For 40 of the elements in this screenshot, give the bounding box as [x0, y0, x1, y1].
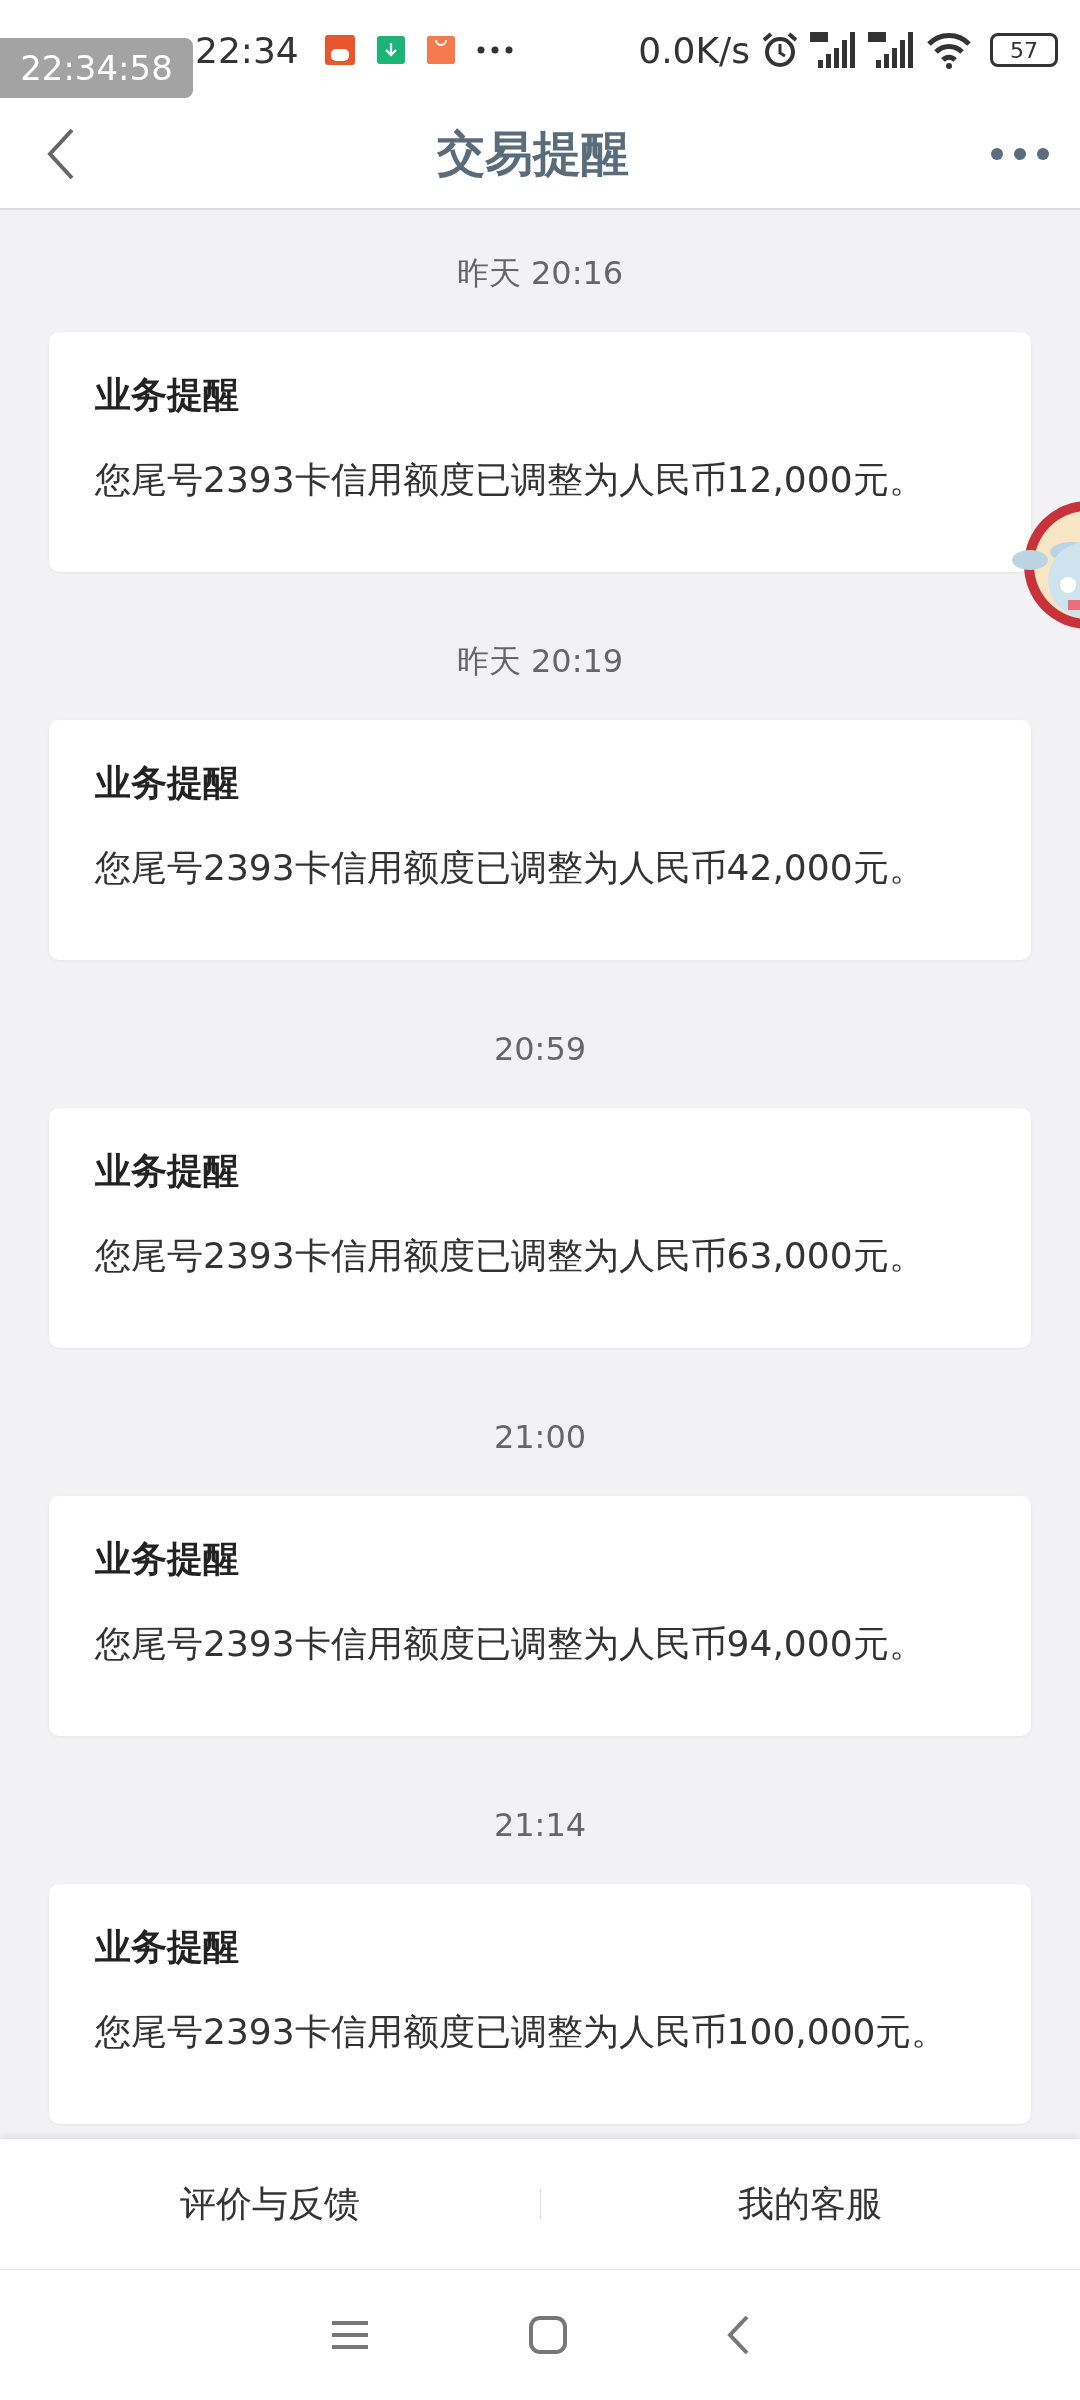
- screen-clock-overlay: 22:34:58: [0, 38, 193, 98]
- message-card[interactable]: 业务提醒 您尾号2393卡信用额度已调整为人民币100,000元。: [49, 1884, 1031, 2124]
- wifi-icon: [926, 30, 972, 70]
- page-title: 交易提醒: [437, 124, 629, 183]
- more-icon[interactable]: [990, 147, 1050, 161]
- message-title: 业务提醒: [95, 761, 240, 805]
- message-text: 您尾号2393卡信用额度已调整为人民币42,000元。: [95, 846, 926, 890]
- footer-button[interactable]: 我的客服: [540, 2139, 1080, 2269]
- message-text: 您尾号2393卡信用额度已调整为人民币12,000元。: [95, 458, 926, 502]
- more-notifications-icon: [476, 46, 513, 54]
- status-time: 22:34: [195, 29, 299, 71]
- message-card[interactable]: 业务提醒 您尾号2393卡信用额度已调整为人民币94,000元。: [49, 1496, 1031, 1736]
- network-speed: 0.0K/s: [638, 29, 750, 71]
- message-title: 业务提醒: [95, 1537, 240, 1581]
- shopping-bag-icon: [426, 36, 455, 64]
- message-card[interactable]: 业务提醒 您尾号2393卡信用额度已调整为人民币12,000元。: [49, 332, 1031, 572]
- message-title: 业务提醒: [95, 373, 240, 417]
- cellular-signal-icon: [810, 30, 858, 70]
- download-notification-icon: [376, 36, 405, 64]
- cellular-signal-icon: [868, 30, 916, 70]
- alarm-icon: [760, 30, 800, 70]
- message-time: 昨天 20:19: [455, 641, 625, 682]
- back-icon[interactable]: [46, 128, 76, 180]
- menu-icon[interactable]: [329, 2320, 370, 2350]
- message-title: 业务提醒: [95, 1925, 240, 1969]
- message-time: 昨天 20:16: [455, 253, 625, 294]
- message-time: 21:00: [492, 1417, 588, 1458]
- battery-level: 57: [1010, 37, 1038, 63]
- message-time: 21:14: [492, 1805, 588, 1846]
- home-icon[interactable]: [529, 2316, 567, 2354]
- message-text: 您尾号2393卡信用额度已调整为人民币94,000元。: [95, 1622, 926, 1666]
- app-notification-icon: [324, 35, 355, 65]
- message-time: 20:59: [492, 1029, 588, 1070]
- footer-button[interactable]: 评价与反馈: [0, 2139, 540, 2269]
- message-text: 您尾号2393卡信用额度已调整为人民币100,000元。: [95, 2010, 949, 2054]
- message-text: 您尾号2393卡信用额度已调整为人民币63,000元。: [95, 1234, 926, 1278]
- message-card[interactable]: 业务提醒 您尾号2393卡信用额度已调整为人民币42,000元。: [49, 720, 1031, 960]
- message-title: 业务提醒: [95, 1149, 240, 1193]
- back-icon[interactable]: [726, 2315, 751, 2355]
- message-card[interactable]: 业务提醒 您尾号2393卡信用额度已调整为人民币63,000元。: [49, 1108, 1031, 1348]
